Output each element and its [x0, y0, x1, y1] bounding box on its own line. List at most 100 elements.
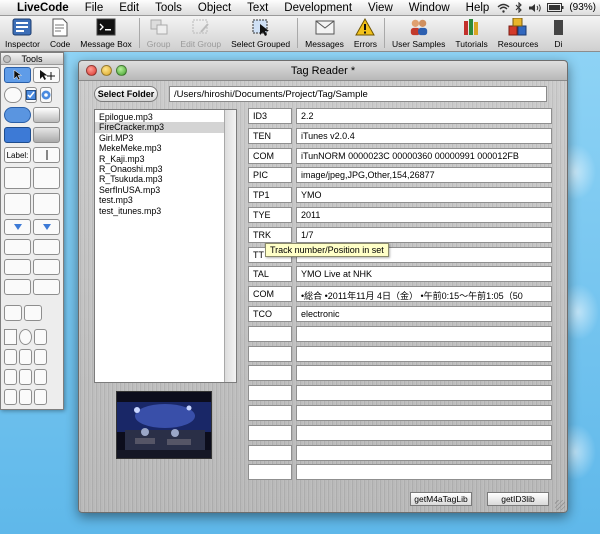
select-folder-button[interactable]: Select Folder — [94, 86, 158, 102]
tag-value-field[interactable]: iTunNORM 0000023C 00000360 00000991 0000… — [296, 147, 552, 164]
file-list-item[interactable]: Epilogue.mp3 — [95, 112, 236, 122]
tag-id-field[interactable] — [248, 405, 292, 421]
folder-path-field[interactable]: /Users/hiroshi/Documents/Project/Tag/Sam… — [169, 86, 547, 102]
pointer-tool[interactable] — [33, 67, 60, 83]
tag-value-field[interactable]: YMO Live at NHK — [296, 266, 552, 283]
file-list-scrollbar[interactable] — [224, 110, 236, 382]
popup-menu-tool[interactable] — [33, 239, 60, 255]
tools-palette-titlebar[interactable]: Tools — [1, 53, 63, 65]
file-list-item[interactable]: Girl.MP3 — [95, 133, 236, 143]
get-id3lib-button[interactable]: getID3lib — [487, 492, 549, 506]
tag-id-field[interactable] — [248, 424, 292, 441]
tag-id-field[interactable]: TYE — [248, 207, 292, 223]
pencil-tool[interactable] — [19, 389, 32, 405]
tag-value-field[interactable] — [296, 464, 552, 481]
bluetooth-icon[interactable] — [515, 2, 523, 13]
tag-value-field[interactable]: 2011 — [296, 207, 552, 223]
file-list-item[interactable]: test.mp3 — [95, 195, 236, 205]
image-tool[interactable] — [4, 305, 22, 321]
menu-object[interactable]: Object — [190, 2, 239, 14]
battery-icon[interactable] — [547, 3, 564, 12]
volume-icon[interactable] — [528, 3, 542, 13]
file-list-item[interactable]: MekeMeke.mp3 — [95, 143, 236, 153]
progress-bar-tool[interactable] — [33, 279, 60, 295]
inspector-button[interactable]: Inspector — [0, 15, 45, 51]
rect-button-tool[interactable] — [33, 107, 60, 123]
tag-value-field[interactable]: iTunes v2.0.4 — [296, 127, 552, 144]
file-list-item[interactable]: test_itunes.mp3 — [95, 206, 236, 216]
wifi-icon[interactable] — [497, 3, 510, 13]
radio-tool[interactable] — [40, 87, 52, 103]
list-field-tool[interactable] — [33, 167, 60, 189]
menu-livecode[interactable]: LiveCode — [9, 2, 77, 14]
file-list[interactable]: Epilogue.mp3 FireCracker.mp3 Girl.MP3 MekeM… — [94, 109, 237, 383]
messages-button[interactable]: Messages — [300, 15, 349, 51]
curve-tool[interactable] — [19, 349, 32, 365]
tag-value-field[interactable]: electronic — [296, 306, 552, 322]
little-arrows-tool[interactable] — [4, 279, 31, 295]
menu-development[interactable]: Development — [276, 2, 360, 14]
checkbox-tool[interactable] — [25, 87, 37, 103]
scrolling-field-tool[interactable] — [4, 167, 31, 189]
resize-grip[interactable] — [555, 500, 565, 510]
table-field-tool[interactable] — [4, 193, 31, 215]
file-list-item[interactable]: FireCracker.mp3 — [95, 122, 236, 133]
tag-id-field[interactable] — [248, 325, 292, 342]
message-box-button[interactable]: Message Box — [75, 15, 137, 51]
tag-value-field[interactable] — [296, 424, 552, 441]
window-titlebar[interactable]: Tag Reader * — [79, 61, 567, 81]
tag-value-field[interactable] — [296, 405, 552, 421]
tag-id-field[interactable] — [248, 464, 292, 481]
tag-id-field[interactable]: TAL — [248, 266, 292, 283]
menu-edit[interactable]: Edit — [111, 2, 147, 14]
tag-id-field[interactable]: ID3 — [248, 108, 292, 124]
user-samples-button[interactable]: User Samples — [387, 15, 450, 51]
tag-value-field[interactable]: 2.2 — [296, 108, 552, 124]
errors-button[interactable]: Errors — [349, 15, 382, 51]
tag-value-field[interactable] — [296, 325, 552, 342]
file-list-item[interactable]: R_Kaji.mp3 — [95, 154, 236, 164]
file-list-item[interactable]: R_Onaoshi.mp3 — [95, 164, 236, 174]
tag-id-field[interactable] — [248, 345, 292, 362]
tag-id-field[interactable]: COM — [248, 286, 292, 303]
resources-button[interactable]: Resources — [493, 15, 544, 51]
tag-value-field[interactable]: 1/7 — [296, 226, 552, 243]
scrollbar-tool[interactable] — [4, 259, 31, 275]
tag-value-field[interactable] — [296, 365, 552, 382]
edit-group-button[interactable]: Edit Group — [175, 15, 226, 51]
tag-id-field[interactable]: TEN — [248, 127, 292, 144]
polygon-tool[interactable] — [34, 329, 47, 345]
data-grid-tool[interactable] — [33, 193, 60, 215]
menu-window[interactable]: Window — [401, 2, 458, 14]
menu-help[interactable]: Help — [458, 2, 498, 14]
tools-close-button[interactable] — [3, 55, 11, 63]
option-menu-tool[interactable] — [4, 219, 31, 235]
tutorials-button[interactable]: Tutorials — [450, 15, 492, 51]
tag-value-field[interactable] — [296, 444, 552, 461]
tag-id-field[interactable]: TP1 — [248, 187, 292, 204]
tag-id-field[interactable]: PIC — [248, 167, 292, 184]
tag-id-field[interactable]: TRK — [248, 226, 292, 243]
menu-file[interactable]: File — [77, 2, 112, 14]
get-m4a-taglib-button[interactable]: getM4aTagLib — [410, 492, 472, 506]
menu-text[interactable]: Text — [239, 2, 276, 14]
tag-value-field[interactable] — [296, 345, 552, 362]
group-button[interactable]: Group — [142, 15, 176, 51]
tag-id-field[interactable] — [248, 444, 292, 461]
combo-box-tool[interactable] — [33, 219, 60, 235]
rectangle-tool[interactable] — [4, 329, 17, 345]
spray-tool[interactable] — [34, 369, 47, 385]
oval-tool[interactable] — [19, 329, 32, 345]
tag-value-field[interactable]: YMO — [296, 187, 552, 204]
tag-id-field[interactable] — [248, 365, 292, 382]
pulldown-menu-tool[interactable] — [4, 239, 31, 255]
tag-id-field[interactable]: COM — [248, 147, 292, 164]
select-grouped-button[interactable]: Select Grouped — [226, 15, 295, 51]
browse-tool[interactable] — [4, 67, 31, 83]
tag-value-field[interactable]: •総合 •2011年11月 4日（金） •午前0:15〜午前1:05（50 — [296, 286, 552, 303]
menu-tools[interactable]: Tools — [147, 2, 190, 14]
label-field-tool[interactable]: Label: — [4, 147, 31, 163]
eraser-tool[interactable] — [4, 389, 17, 405]
player-tool[interactable] — [24, 305, 42, 321]
brush-tool[interactable] — [34, 389, 47, 405]
